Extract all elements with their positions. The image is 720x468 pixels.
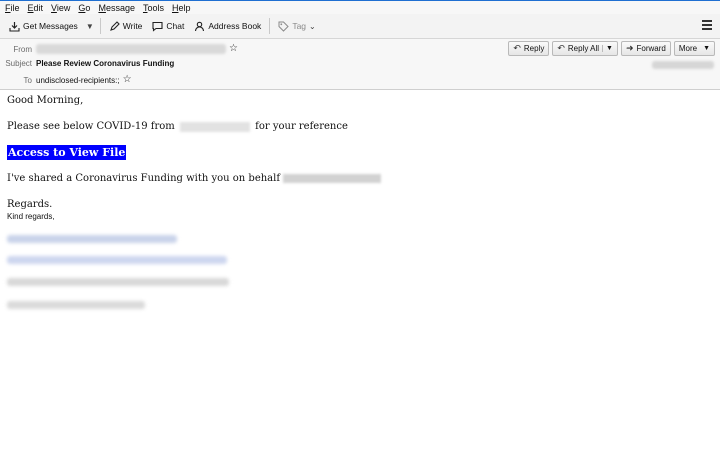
menu-view-label: iew	[56, 2, 71, 13]
from-label: From	[13, 44, 32, 54]
write-icon	[109, 20, 120, 32]
more-button[interactable]: More ▼	[673, 41, 715, 56]
get-messages-button[interactable]: Get Messages	[4, 17, 83, 36]
reply-icon: ↶	[513, 43, 521, 53]
header-actions: ↶ Reply ↶ Reply All ▼ ➜ Forward More ▼	[505, 41, 715, 56]
forward-label: Forward	[636, 44, 666, 53]
subject-text: Please Review Coronavirus Funding	[36, 59, 175, 68]
menu-file[interactable]: File	[5, 3, 20, 13]
get-messages-label: Get Messages	[23, 21, 78, 31]
reply-all-button[interactable]: ↶ Reply All ▼	[552, 41, 618, 56]
toolbar-separator	[269, 18, 271, 34]
body-line-end: for your reference	[255, 121, 348, 132]
signature-name-redacted	[7, 235, 177, 243]
menu-tools-label: ools	[147, 2, 164, 13]
signature-email-redacted	[7, 256, 227, 264]
reply-label: Reply	[523, 44, 545, 53]
menu-edit-label: dit	[33, 2, 44, 13]
to-recipients[interactable]: undisclosed-recipients:;	[36, 76, 120, 85]
address-book-button[interactable]: Address Book	[189, 17, 266, 36]
chat-button[interactable]: Chat	[147, 17, 189, 36]
to-row: To undisclosed-recipients:; ☆	[0, 75, 132, 85]
menu-message-label: essage	[105, 2, 135, 13]
forward-icon: ➜	[625, 43, 634, 53]
write-label: Write	[122, 21, 143, 31]
menu-view[interactable]: View	[51, 3, 70, 13]
menu-help-label: elp	[178, 2, 191, 13]
signature-phone-redacted	[7, 301, 145, 309]
chevron-down-icon[interactable]: ▼	[602, 45, 613, 52]
access-file-link[interactable]: Access to View File	[7, 145, 127, 160]
get-messages-dropdown-icon[interactable]: ▼	[83, 22, 97, 31]
shared-paragraph: I've shared a Coronavirus Funding with y…	[7, 173, 382, 184]
more-label: More	[678, 44, 698, 53]
signature-address-redacted	[7, 278, 229, 286]
chevron-down-icon: ▼	[703, 45, 710, 52]
date-redacted	[652, 61, 714, 69]
menu-tools[interactable]: Tools	[143, 3, 164, 13]
address-book-icon	[194, 21, 205, 32]
reply-button[interactable]: ↶ Reply	[508, 41, 550, 56]
to-label: To	[23, 75, 32, 85]
subject-label: Subject	[5, 59, 32, 68]
get-messages-icon	[9, 21, 20, 32]
shared-text: I've shared a Coronavirus Funding with y…	[7, 173, 281, 184]
address-book-label: Address Book	[208, 21, 262, 31]
chat-icon	[152, 21, 163, 32]
menu-go[interactable]: Go	[78, 3, 90, 13]
greeting-text: Good Morning,	[7, 95, 84, 106]
main-toolbar: Get Messages ▼ Write Chat Address Book T…	[0, 14, 720, 39]
menu-edit[interactable]: Edit	[28, 3, 44, 13]
kind-regards-text: Kind regards,	[7, 212, 55, 221]
menu-go-label: o	[85, 2, 91, 13]
menu-bar: File Edit View Go Message Tools Help	[0, 1, 720, 14]
from-row: From ☆	[0, 44, 238, 54]
menu-message-accel: M	[98, 2, 106, 13]
tag-button[interactable]: Tag ⌄	[273, 17, 323, 36]
star-icon[interactable]: ☆	[229, 44, 238, 54]
write-button[interactable]: Write	[104, 17, 148, 36]
reply-all-label: Reply All	[567, 44, 599, 53]
menu-icon[interactable]	[702, 20, 712, 32]
from-address-redacted[interactable]	[36, 44, 226, 54]
star-icon[interactable]: ☆	[123, 75, 132, 85]
tag-dropdown-icon: ⌄	[309, 21, 316, 31]
menu-file-label: ile	[10, 2, 20, 13]
body-paragraph: Please see below COVID-19 from for your …	[7, 121, 348, 132]
sender-org-redacted	[179, 121, 250, 132]
subject-row: Subject Please Review Coronavirus Fundin…	[0, 59, 174, 68]
tag-label: Tag	[292, 21, 307, 31]
menu-message[interactable]: Message	[98, 3, 135, 13]
chat-label: Chat	[166, 21, 185, 31]
toolbar-separator	[99, 18, 101, 34]
menu-help[interactable]: Help	[172, 3, 191, 13]
body-line-start: Please see below COVID-19 from	[7, 121, 175, 132]
behalf-name-redacted	[283, 174, 382, 183]
tag-icon	[278, 21, 290, 32]
message-header: From ☆ Subject Please Review Coronavirus…	[0, 39, 720, 90]
forward-button[interactable]: ➜ Forward	[620, 41, 671, 56]
reply-all-icon: ↶	[557, 43, 565, 53]
regards-text: Regards.	[7, 199, 53, 210]
